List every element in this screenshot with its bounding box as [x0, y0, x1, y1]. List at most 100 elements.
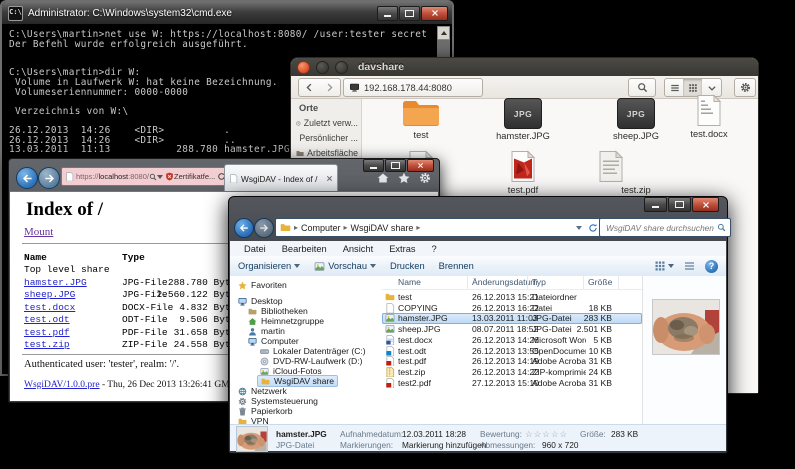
file-item-pdf[interactable]: test.pdf	[485, 150, 561, 195]
breadcrumb-item-computer[interactable]: Computer	[301, 223, 341, 233]
forward-button[interactable]	[254, 218, 274, 238]
menu-bearbeiten[interactable]: Bearbeiten	[274, 244, 335, 254]
minimize-button[interactable]	[377, 6, 398, 21]
home-icon[interactable]	[377, 172, 389, 184]
organize-button[interactable]: Organisieren	[238, 261, 300, 271]
column-header-type[interactable]: Typ	[532, 277, 546, 287]
file-row-docx[interactable]: test.docx26.12.2013 14:26Microsoft Word …	[382, 335, 642, 346]
preview-pane-button[interactable]	[683, 260, 696, 272]
gear-icon[interactable]	[419, 172, 431, 184]
file-row-zip[interactable]: test.zip26.12.2013 14:22ZIP-komprimierte…	[382, 367, 642, 378]
close-icon[interactable]	[297, 61, 310, 74]
maximize-button[interactable]	[668, 197, 691, 212]
nautilus-titlebar[interactable]: davshare	[291, 58, 758, 76]
rating-stars[interactable]: ☆☆☆☆☆	[525, 429, 568, 440]
sidebar-item-recent[interactable]: Zuletzt verw...	[296, 118, 358, 128]
search-box[interactable]	[599, 218, 731, 237]
back-button[interactable]	[16, 167, 38, 189]
file-link[interactable]: test.odt	[24, 314, 70, 325]
details-tags-value[interactable]: Markierung hinzufügen	[402, 440, 486, 450]
sidebar-item-netzwerk[interactable]: Netzwerk	[238, 386, 287, 396]
search-input[interactable]	[604, 222, 717, 234]
column-header-name[interactable]: Name	[398, 277, 421, 287]
close-button[interactable]	[421, 6, 448, 21]
search-icon[interactable]	[717, 223, 726, 232]
file-row-sheep[interactable]: sheep.JPG08.07.2011 18:52JPG-Datei2.501 …	[382, 324, 642, 335]
certificate-error-label[interactable]: Zertifikatfe...	[174, 172, 215, 181]
column-header-size[interactable]: Größe	[588, 277, 612, 287]
wsgidav-version-link[interactable]: WsgiDAV/1.0.0.pre	[24, 380, 100, 390]
file-item-hamster[interactable]: JPG hamster.JPG	[485, 96, 561, 141]
file-link[interactable]: hamster.JPG	[24, 277, 87, 288]
print-button[interactable]: Drucken	[390, 261, 425, 271]
file-item-zip[interactable]: test.zip	[598, 150, 674, 195]
sidebar-item-computer[interactable]: Computer	[248, 336, 299, 346]
sidebar-item-local-disk-c[interactable]: Lokaler Datenträger (C:)	[260, 346, 366, 356]
menu-datei[interactable]: Datei	[236, 244, 274, 254]
url-rest: :8080/	[128, 172, 149, 181]
tab-wsgidav[interactable]: WsgiDAV - Index of /	[224, 164, 338, 192]
sidebar-item-systemsteuerung[interactable]: Systemsteuerung	[238, 396, 318, 406]
burn-button[interactable]: Brennen	[439, 261, 474, 271]
refresh-icon[interactable]	[588, 223, 598, 233]
menu-help[interactable]: ?	[424, 244, 445, 254]
close-button[interactable]	[692, 197, 719, 212]
sidebar-item-martin[interactable]: martin	[248, 326, 285, 336]
maximize-button[interactable]	[399, 6, 420, 21]
file-row-hamster-selected[interactable]: hamster.JPG13.03.2011 11:03JPG-Datei283 …	[382, 313, 642, 324]
file-link[interactable]: sheep.JPG	[24, 289, 75, 300]
favorites-star-icon[interactable]	[398, 172, 410, 184]
forward-button[interactable]	[319, 78, 341, 97]
column-header-type[interactable]: Type	[122, 252, 145, 263]
help-button[interactable]: ?	[705, 260, 718, 273]
menu-extras[interactable]: Extras	[381, 244, 423, 254]
certificate-error-shield-icon[interactable]	[165, 172, 174, 181]
column-header-name[interactable]: Name	[24, 252, 47, 263]
breadcrumb[interactable]: ▸ Computer ▸ WsgiDAV share ▸	[275, 218, 603, 237]
back-button[interactable]	[234, 218, 254, 238]
sidebar-item-bibliotheken[interactable]: Bibliotheken	[248, 306, 308, 316]
file-row-pdf[interactable]: test.pdf26.12.2013 14:19Adobe Acrobat D.…	[382, 356, 642, 367]
forward-button[interactable]	[38, 167, 60, 189]
sidebar-item-favoriten[interactable]: Favoriten	[238, 280, 287, 290]
places-header: Orte	[299, 103, 318, 113]
file-row-test[interactable]: test26.12.2013 15:21Dateiordner	[382, 292, 642, 303]
sidebar-item-vpn[interactable]: VPN	[238, 416, 269, 424]
libraries-icon	[248, 307, 257, 316]
sidebar-item-desktop[interactable]: Arbeitsfläche	[296, 148, 358, 158]
file-item-sheep[interactable]: JPG sheep.JPG	[598, 96, 674, 141]
explorer-window[interactable]: ▸ Computer ▸ WsgiDAV share ▸ Datei Bearb…	[228, 196, 728, 454]
file-link[interactable]: test.pdf	[24, 327, 70, 338]
preview-button[interactable]: Vorschau	[314, 261, 376, 272]
file-row-test2-pdf[interactable]: test2.pdf27.12.2013 15:10Adobe Acrobat D…	[382, 378, 642, 389]
minimize-button[interactable]	[644, 197, 667, 212]
sidebar-item-heimnetzgruppe[interactable]: Heimnetzgruppe	[248, 316, 324, 326]
mount-link[interactable]: Mount	[24, 226, 53, 238]
address-bar[interactable]: https://localhost:8080/ Zertifikatfe...	[61, 167, 227, 186]
address-dropdown-icon[interactable]	[576, 226, 582, 230]
sidebar-item-dvd-drive-d[interactable]: DVD-RW-Laufwerk (D:)	[260, 356, 362, 366]
scroll-up-icon[interactable]	[437, 26, 450, 40]
sidebar-item-papierkorb[interactable]: Papierkorb	[238, 406, 293, 416]
jpg-icon: JPG	[504, 98, 542, 129]
maximize-icon[interactable]	[335, 61, 348, 74]
file-item-docx[interactable]: test.docx	[674, 94, 744, 139]
close-tab-icon[interactable]	[326, 175, 333, 182]
search-icon[interactable]	[149, 173, 157, 181]
minimize-icon[interactable]	[316, 61, 329, 74]
change-view-button[interactable]	[654, 260, 674, 272]
file-row-copying[interactable]: COPYING26.12.2013 16:22Datei18 KB	[382, 303, 642, 314]
file-link[interactable]: test.zip	[24, 339, 70, 350]
back-button[interactable]	[298, 78, 321, 97]
chevron-down-icon[interactable]	[157, 175, 163, 179]
menu-ansicht[interactable]: Ansicht	[335, 244, 382, 254]
sidebar-item-desktop[interactable]: Desktop	[238, 296, 283, 306]
location-bar[interactable]: 192.168.178.44:8080	[343, 78, 483, 97]
breadcrumb-item-wsgidav-share[interactable]: WsgiDAV share	[351, 223, 414, 233]
file-link[interactable]: test.docx	[24, 302, 75, 313]
sidebar-item-home[interactable]: Persönlicher ...	[296, 133, 358, 143]
cmd-titlebar[interactable]: C:\ Administrator: C:\Windows\system32\c…	[2, 2, 452, 24]
file-item-test[interactable]: test	[383, 96, 459, 140]
file-row-odt[interactable]: test.odt26.12.2013 13:55OpenDocument T..…	[382, 346, 642, 357]
search-button[interactable]	[628, 78, 656, 97]
